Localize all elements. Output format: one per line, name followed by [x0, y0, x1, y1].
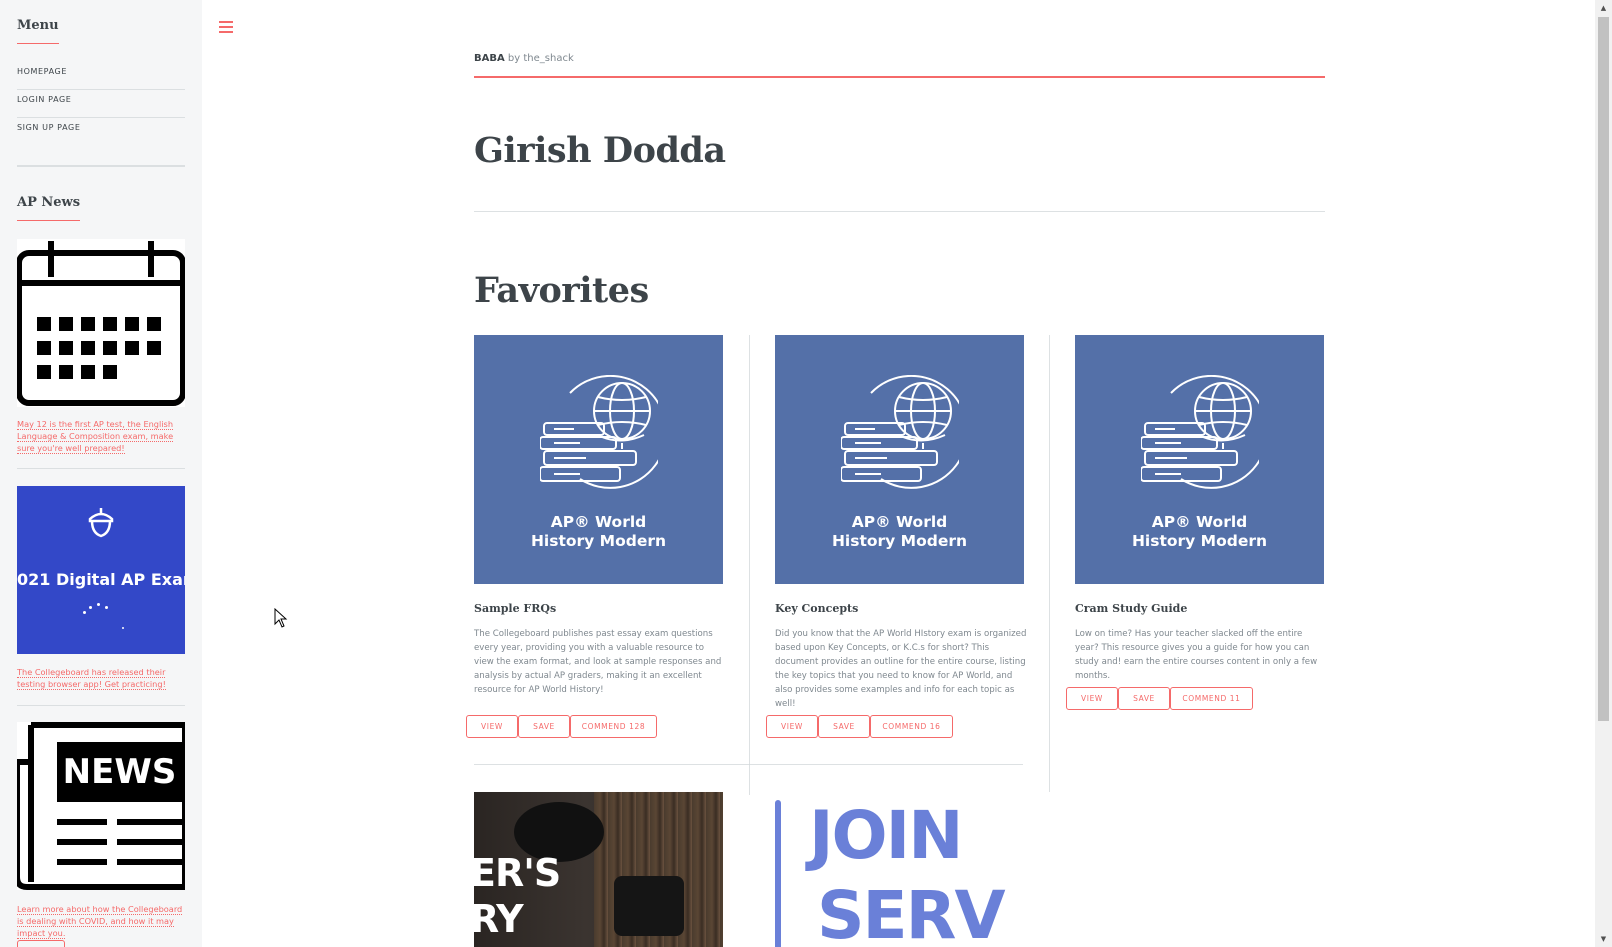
card-image-library[interactable]: ER'S RY: [474, 792, 723, 947]
news-divider: [17, 468, 185, 469]
view-button[interactable]: VIEW: [1066, 687, 1118, 710]
news-image-text: NEWS: [62, 752, 177, 792]
menu-divider: [17, 165, 185, 167]
news-divider: [17, 705, 185, 706]
page-title: Girish Dodda: [474, 130, 726, 171]
card-image-cram-study-guide[interactable]: AP® World History Modern: [1075, 335, 1324, 584]
news-link-testing-app[interactable]: The Collegeboard has released their test…: [17, 666, 185, 690]
favorites-title: Favorites: [474, 270, 649, 311]
digital-ap-exam-image[interactable]: 021 Digital AP Exam: [17, 486, 185, 654]
save-button[interactable]: SAVE: [1118, 687, 1170, 710]
comment-button[interactable]: COMMEND 128: [570, 715, 657, 738]
sidebar-item-login-page[interactable]: LOGIN PAGE: [17, 90, 185, 118]
view-button[interactable]: VIEW: [466, 715, 518, 738]
globe-books-icon: [540, 375, 658, 489]
news-link-covid[interactable]: Learn more about how the Collegeboard is…: [17, 903, 185, 939]
row-divider: [474, 764, 1023, 765]
view-button[interactable]: VIEW: [766, 715, 818, 738]
globe-books-icon: [1141, 375, 1259, 489]
sidebar-menu: HOMEPAGE LOGIN PAGE SIGN UP PAGE: [17, 62, 185, 146]
brand-by: by the_shack: [507, 53, 574, 64]
newspaper-icon[interactable]: NEWS: [17, 722, 185, 890]
card-image-join[interactable]: JOIN SERV: [775, 792, 1024, 947]
scroll-up-icon[interactable]: ▲: [1598, 2, 1609, 14]
header-divider: [474, 76, 1325, 78]
card-description: Did you know that the AP World HIstory e…: [775, 629, 1027, 709]
news-link-ap-test-date[interactable]: May 12 is the first AP test, the English…: [17, 418, 185, 454]
comment-button[interactable]: COMMEND 16: [870, 715, 953, 738]
card-history-modern: History Modern: [831, 532, 968, 550]
title-divider: [474, 211, 1325, 212]
card-description: Low on time? Has your teacher slacked of…: [1075, 629, 1318, 681]
sidebar-item-sign-up-page[interactable]: SIGN UP PAGE: [17, 118, 185, 146]
hamburger-icon[interactable]: [218, 20, 234, 36]
card-divider: [749, 335, 750, 795]
digital-ap-exam-text: 021 Digital AP Exam: [17, 570, 185, 589]
brand-logo[interactable]: BABA by the_shack: [474, 53, 574, 64]
sidebar-item-homepage[interactable]: HOMEPAGE: [17, 62, 185, 90]
card-history-modern: History Modern: [1131, 532, 1268, 550]
library-image-text-2: RY: [474, 897, 524, 941]
card-image-key-concepts[interactable]: AP® World History Modern: [775, 335, 1024, 584]
join-image-text-1: JOIN: [809, 797, 963, 874]
library-image-text-1: ER'S: [474, 851, 561, 895]
card-ap-world: AP® World: [1151, 513, 1248, 531]
scroll-down-icon[interactable]: ▼: [1598, 933, 1609, 945]
card-title: Key Concepts: [775, 602, 859, 615]
card-image-sample-frqs[interactable]: AP® World History Modern: [474, 335, 723, 584]
card-history-modern: History Modern: [530, 532, 667, 550]
ap-news-title: AP News: [17, 195, 81, 221]
save-button[interactable]: SAVE: [518, 715, 570, 738]
card-ap-world: AP® World: [851, 513, 948, 531]
scrollbar-thumb[interactable]: [1598, 17, 1609, 721]
comment-button[interactable]: COMMEND 11: [1170, 687, 1253, 710]
sidebar: Menu HOMEPAGE LOGIN PAGE SIGN UP PAGE AP…: [0, 0, 202, 947]
menu-title: Menu: [17, 18, 59, 44]
save-button[interactable]: SAVE: [818, 715, 870, 738]
card-title: Cram Study Guide: [1075, 602, 1188, 615]
card-description: The Collegeboard publishes past essay ex…: [474, 629, 722, 695]
more-button[interactable]: [17, 940, 65, 947]
acorn-logo-icon: [88, 508, 114, 538]
join-image-text-2: SERV: [817, 877, 1006, 947]
mouse-cursor-icon: [274, 607, 288, 632]
card-divider: [1049, 335, 1050, 792]
brand-name: BABA: [474, 53, 505, 64]
card-ap-world: AP® World: [550, 513, 647, 531]
calendar-icon[interactable]: [16, 239, 186, 407]
globe-books-icon: [841, 375, 959, 489]
card-title: Sample FRQs: [474, 602, 557, 615]
